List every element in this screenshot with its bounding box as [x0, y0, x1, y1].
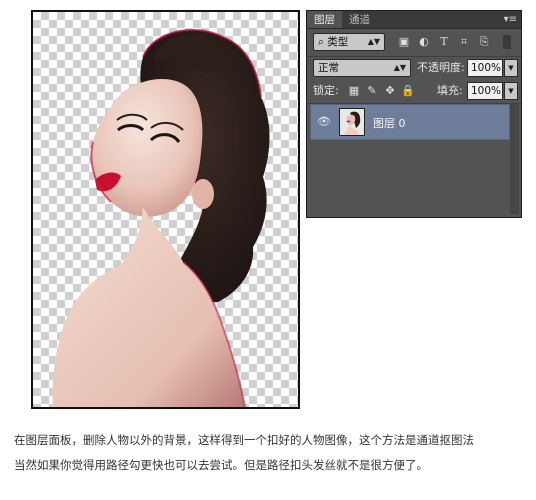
search-icon: ⌕ [318, 36, 328, 48]
lock-all-icon[interactable]: 🔒 [401, 84, 415, 98]
filter-toggle-icon[interactable] [503, 35, 511, 49]
document-canvas[interactable] [31, 10, 300, 409]
caption: 在图层面板，删除人物以外的背景，这样得到一个扣好的人物图像，这个方法是通道抠图法… [14, 428, 524, 478]
tab-channels[interactable]: 通道 [342, 11, 377, 28]
layer-thumbnail [339, 108, 365, 136]
caption-line-2: 当然如果你觉得用路径勾更快也可以去尝试。但是路径扣头发丝就不是很方便了。 [14, 458, 428, 472]
fill-input[interactable]: 100% [467, 82, 503, 100]
eye-icon[interactable]: 👁 [317, 116, 331, 128]
layers-panel: 图层 通道 ▾≡ ⌕ 类型 ▲▼ ▣ ◐ T ⌗ ⎘ 正常 ▲▼ 不透明度: 1… [306, 10, 522, 218]
blend-row: 正常 ▲▼ 不透明度: 100% ▼ [307, 59, 521, 81]
lock-position-icon[interactable]: ✥ [383, 84, 397, 98]
lock-label: 锁定: [313, 84, 339, 97]
lock-pixels-icon[interactable]: ▦ [347, 84, 361, 98]
chevron-updown-icon: ▲▼ [367, 37, 380, 46]
layer-name[interactable]: 图层 0 [373, 115, 406, 131]
smart-object-filter-icon[interactable]: ⎘ [477, 35, 491, 49]
text-filter-icon[interactable]: T [437, 35, 451, 49]
adjustment-filter-icon[interactable]: ◐ [417, 35, 431, 49]
layer-row[interactable]: 👁 图层 0 [310, 104, 510, 140]
opacity-label: 不透明度: [417, 61, 465, 74]
image-filter-icon[interactable]: ▣ [397, 35, 411, 49]
face-shape [91, 78, 203, 217]
fill-dropdown-arrow[interactable]: ▼ [504, 82, 518, 100]
fill-label: 填充: [437, 84, 463, 97]
caption-line-1: 在图层面板，删除人物以外的背景，这样得到一个扣好的人物图像，这个方法是通道抠图法 [14, 433, 474, 447]
lock-row: 锁定: ▦ ✎ ✥ 🔒 填充: 100% ▼ [307, 82, 521, 104]
lock-image-icon[interactable]: ✎ [365, 84, 379, 98]
panel-tabbar: 图层 通道 ▾≡ [307, 11, 521, 29]
shape-filter-icon[interactable]: ⌗ [457, 35, 471, 49]
tab-layers[interactable]: 图层 [307, 11, 342, 28]
opacity-input[interactable]: 100% [467, 59, 503, 77]
filter-row: ⌕ 类型 ▲▼ ▣ ◐ T ⌗ ⎘ [307, 33, 521, 55]
chevron-updown-icon: ▲▼ [393, 63, 406, 72]
portrait-cutout [52, 29, 270, 407]
opacity-dropdown-arrow[interactable]: ▼ [504, 59, 518, 77]
filter-kind-dropdown[interactable]: ⌕ 类型 ▲▼ [313, 33, 385, 51]
layers-scrollbar[interactable] [510, 104, 519, 214]
blend-mode-dropdown[interactable]: 正常 ▲▼ [313, 59, 411, 77]
thumbnail-portrait-icon [340, 109, 364, 135]
panel-menu-icon[interactable]: ▾≡ [504, 11, 517, 29]
